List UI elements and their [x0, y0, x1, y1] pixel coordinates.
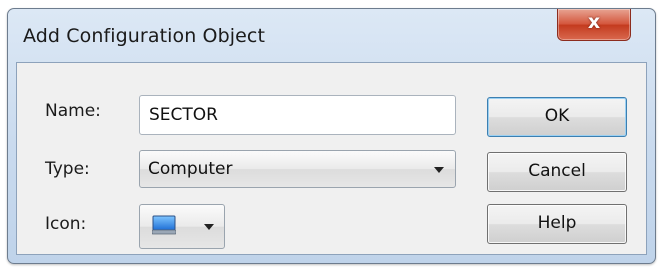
- type-dropdown[interactable]: Computer: [139, 150, 456, 188]
- dialog-body: Name: SECTOR Type: Computer Icon: OK Can…: [16, 62, 647, 255]
- computer-monitor-icon: [152, 215, 176, 235]
- close-button[interactable]: x: [557, 9, 631, 41]
- name-field[interactable]: SECTOR: [139, 95, 456, 135]
- ok-button[interactable]: OK: [487, 97, 627, 137]
- name-field-value: SECTOR: [149, 105, 218, 125]
- dialog-title: Add Configuration Object: [23, 25, 265, 47]
- icon-label: Icon:: [45, 214, 87, 234]
- chevron-down-icon: [204, 224, 214, 230]
- add-configuration-object-dialog: Add Configuration Object x Name: SECTOR …: [7, 8, 656, 264]
- cancel-button[interactable]: Cancel: [487, 152, 627, 192]
- help-button[interactable]: Help: [487, 204, 627, 244]
- type-dropdown-value: Computer: [148, 159, 233, 179]
- close-icon: x: [587, 11, 601, 33]
- icon-picker-button[interactable]: [139, 204, 225, 249]
- type-label: Type:: [45, 159, 90, 179]
- name-label: Name:: [45, 101, 101, 121]
- title-bar[interactable]: Add Configuration Object x: [8, 9, 655, 61]
- chevron-down-icon: [434, 167, 444, 173]
